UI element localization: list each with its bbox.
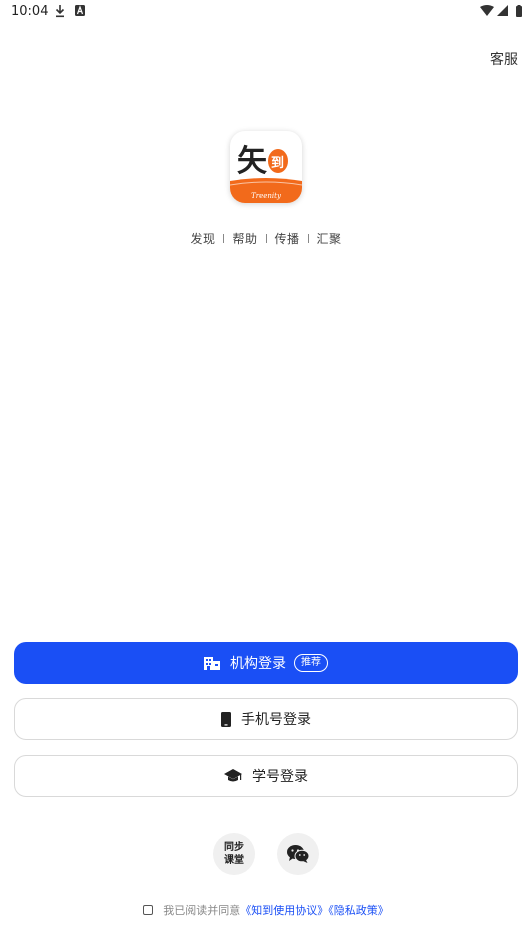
logo-wordmark: Treenity <box>251 192 282 200</box>
agreement-checkbox[interactable] <box>143 905 154 915</box>
tag-spread: 传播 <box>274 232 300 246</box>
recommend-badge: 推荐 <box>294 654 328 672</box>
svg-text:矢: 矢 <box>237 144 267 179</box>
org-login-button[interactable]: 机构登录 推荐 <box>14 642 518 684</box>
battery-icon <box>516 6 522 17</box>
svg-text:到: 到 <box>271 156 284 171</box>
tag-divider <box>265 234 267 243</box>
sync-class-line1: 同步 <box>224 842 244 853</box>
app-logo: 矢 到 Treenity <box>230 131 302 203</box>
privacy-link[interactable]: 《隐私政策》 <box>328 904 389 917</box>
wechat-login-button[interactable] <box>277 833 319 875</box>
student-id-login-button[interactable]: 学号登录 <box>14 755 518 797</box>
phone-icon <box>221 711 231 727</box>
phone-login-label: 手机号登录 <box>241 712 311 728</box>
wifi-icon <box>480 5 494 16</box>
graduation-cap-icon <box>224 769 242 783</box>
status-bar: 10:04 <box>0 0 532 24</box>
phone-login-button[interactable]: 手机号登录 <box>14 698 518 740</box>
tag-divider <box>223 234 225 243</box>
terms-link[interactable]: 《知到使用协议》 <box>240 904 328 917</box>
agreement-prefix: 我已阅读并同意 <box>163 904 241 917</box>
tag-help: 帮助 <box>232 232 258 246</box>
org-login-label: 机构登录 <box>230 656 286 672</box>
sync-class-line2: 课堂 <box>224 855 244 866</box>
sync-class-button[interactable]: 同步 课堂 <box>213 833 255 875</box>
tag-discover: 发现 <box>190 232 216 246</box>
customer-service-link[interactable]: 客服 <box>490 49 518 69</box>
status-time: 10:04 <box>11 4 49 19</box>
agreement-row: 我已阅读并同意《知到使用协议》《隐私政策》 <box>0 902 532 918</box>
building-icon <box>204 656 220 670</box>
brand-tags: 发现 帮助 传播 汇聚 <box>0 230 532 247</box>
student-id-login-label: 学号登录 <box>252 769 308 785</box>
tag-gather: 汇聚 <box>316 232 342 246</box>
login-screen: 10:04 客服 矢 到 Treenity 发现 帮助 传播 汇聚 机构登录 推… <box>0 0 532 947</box>
app-notification-icon <box>75 5 85 16</box>
status-icons <box>480 5 522 17</box>
download-icon <box>55 5 65 18</box>
wechat-icon <box>287 845 309 863</box>
signal-icon <box>497 5 508 16</box>
tag-divider <box>307 234 309 243</box>
